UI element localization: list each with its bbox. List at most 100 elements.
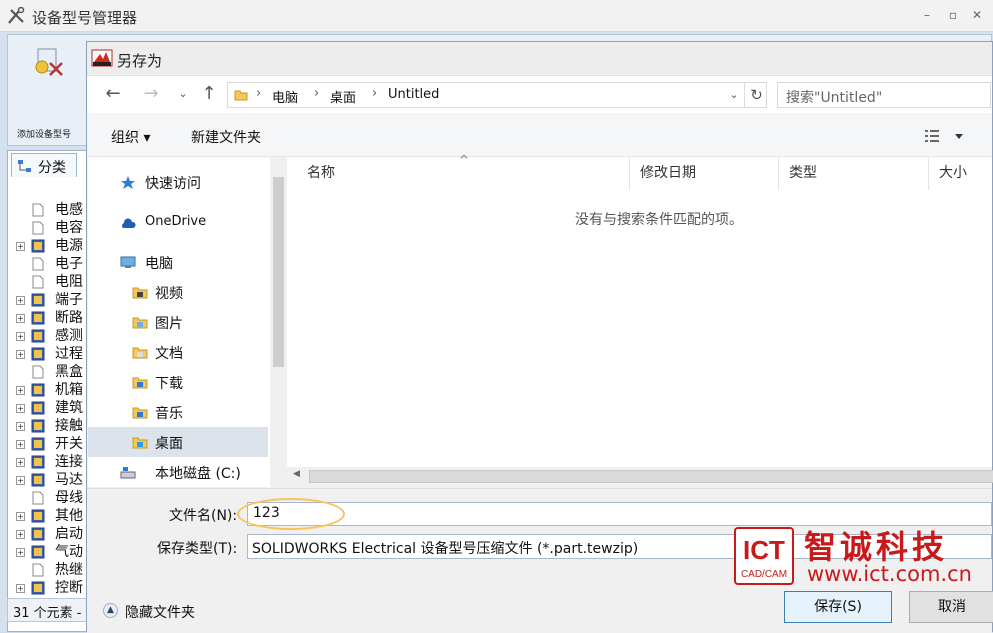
nav-item-label: 音乐 bbox=[155, 406, 183, 422]
tree-item-label: 过程 bbox=[55, 346, 83, 362]
tree-item[interactable]: 电阻 bbox=[8, 273, 93, 291]
nav-item[interactable]: 桌面 bbox=[88, 427, 268, 457]
column-type[interactable]: 类型 bbox=[779, 157, 929, 190]
collapse-up-icon[interactable]: ▲ bbox=[103, 603, 118, 618]
downloads-folder-icon bbox=[132, 377, 148, 389]
nav-item[interactable]: 本地磁盘 (C:) bbox=[88, 457, 268, 487]
scroll-left-icon[interactable]: ◀ bbox=[293, 469, 300, 479]
column-name[interactable]: 名称 bbox=[297, 157, 630, 190]
nav-item[interactable]: 下载 bbox=[88, 367, 268, 397]
computer-icon bbox=[120, 256, 136, 268]
nav-item[interactable]: 图片 bbox=[88, 307, 268, 337]
recent-locations-button[interactable]: ⌄ bbox=[171, 84, 195, 106]
book-icon bbox=[31, 581, 45, 595]
expand-icon[interactable]: + bbox=[16, 386, 25, 395]
tree-item[interactable]: + 其他 bbox=[8, 507, 93, 525]
tab-category[interactable]: 分类 bbox=[11, 153, 77, 177]
tree-item[interactable]: + 感测 bbox=[8, 327, 93, 345]
tree-icon bbox=[18, 160, 31, 172]
tree-item[interactable]: + 电源 bbox=[8, 237, 93, 255]
tree-item-label: 电子 bbox=[55, 256, 83, 272]
tree-item[interactable]: + 建筑 bbox=[8, 399, 93, 417]
view-options-icon[interactable] bbox=[923, 127, 967, 145]
tree-item[interactable]: + 连接 bbox=[8, 453, 93, 471]
file-list-horizontal-scrollbar[interactable]: ◀ bbox=[287, 467, 993, 487]
breadcrumb-untitled[interactable]: Untitled bbox=[388, 87, 439, 102]
tree-item[interactable]: 母线 bbox=[8, 489, 93, 507]
horizontal-scrollbar-thumb[interactable] bbox=[309, 470, 993, 483]
nav-item[interactable]: 电脑 bbox=[88, 247, 268, 277]
dialog-titlebar: 另存为 bbox=[87, 42, 992, 74]
app-maximize-button[interactable]: ▫ bbox=[942, 6, 964, 24]
tree-item[interactable]: + 气动 bbox=[8, 543, 93, 561]
expand-icon[interactable]: + bbox=[16, 404, 25, 413]
tree-item-label: 气动 bbox=[55, 544, 83, 560]
nav-item[interactable]: 文档 bbox=[88, 337, 268, 367]
expand-icon[interactable]: + bbox=[16, 530, 25, 539]
nav-item-label: 文档 bbox=[155, 346, 183, 362]
tree-item[interactable]: + 控断 bbox=[8, 579, 93, 597]
expand-icon[interactable]: + bbox=[16, 296, 25, 305]
expand-icon[interactable]: + bbox=[16, 476, 25, 485]
address-bar[interactable]: › 电脑 › 桌面 › Untitled ⌄ ↻ bbox=[227, 82, 767, 108]
tree-item[interactable]: + 启动 bbox=[8, 525, 93, 543]
app-close-button[interactable]: ✕ bbox=[966, 6, 988, 24]
expand-icon[interactable]: + bbox=[16, 350, 25, 359]
organize-button[interactable]: 组织 ▾ bbox=[111, 127, 150, 147]
add-model-button[interactable]: 添加设备型号 bbox=[10, 37, 82, 140]
tree-item[interactable]: + 开关 bbox=[8, 435, 93, 453]
expand-icon[interactable]: + bbox=[16, 242, 25, 251]
tree-item[interactable]: + 马达 bbox=[8, 471, 93, 489]
expand-icon[interactable]: + bbox=[16, 548, 25, 557]
new-folder-button[interactable]: 新建文件夹 bbox=[191, 127, 261, 147]
breadcrumb-separator: › bbox=[372, 86, 378, 101]
save-button[interactable]: 保存(S) bbox=[784, 591, 892, 623]
tree-item[interactable]: 电感 bbox=[8, 201, 93, 219]
up-button[interactable]: ↑ bbox=[197, 84, 221, 106]
tree-item-label: 感测 bbox=[55, 328, 83, 344]
nav-item[interactable]: OneDrive bbox=[88, 208, 268, 238]
tree-item[interactable]: 黑盒 bbox=[8, 363, 93, 381]
tree-item[interactable]: 电子 bbox=[8, 255, 93, 273]
nav-item[interactable]: 快速访问 bbox=[88, 167, 268, 197]
refresh-button[interactable]: ↻ bbox=[744, 83, 768, 107]
tree-item[interactable]: + 端子 bbox=[8, 291, 93, 309]
address-dropdown-button[interactable]: ⌄ bbox=[726, 86, 742, 104]
nav-item[interactable]: 视频 bbox=[88, 277, 268, 307]
book-icon bbox=[31, 545, 45, 559]
tree-item[interactable]: + 断路 bbox=[8, 309, 93, 327]
expand-icon[interactable]: + bbox=[16, 332, 25, 341]
app-minimize-button[interactable]: – bbox=[916, 6, 938, 24]
nav-item[interactable]: 音乐 bbox=[88, 397, 268, 427]
forward-button[interactable]: → bbox=[139, 84, 163, 106]
search-input[interactable]: 搜索"Untitled" bbox=[777, 82, 991, 108]
tree-item[interactable]: + 机箱 bbox=[8, 381, 93, 399]
expand-icon[interactable]: + bbox=[16, 440, 25, 449]
page-icon bbox=[32, 275, 44, 289]
expand-icon[interactable]: + bbox=[16, 512, 25, 521]
tree-item[interactable]: + 接触 bbox=[8, 417, 93, 435]
column-date-modified[interactable]: 修改日期 bbox=[630, 157, 779, 190]
expand-icon[interactable]: + bbox=[16, 584, 25, 593]
column-size[interactable]: 大小 bbox=[929, 157, 992, 190]
expand-icon[interactable]: + bbox=[16, 314, 25, 323]
drive-icon bbox=[120, 467, 136, 479]
cancel-button[interactable]: 取消 bbox=[909, 591, 993, 623]
hide-folders-toggle[interactable]: 隐藏文件夹 bbox=[125, 602, 195, 622]
tree-item-label: 接触 bbox=[55, 418, 83, 434]
tree-item[interactable]: + 过程 bbox=[8, 345, 93, 363]
desktop-folder-icon bbox=[132, 437, 148, 449]
navigation-scrollbar[interactable] bbox=[270, 157, 287, 487]
back-button[interactable]: ← bbox=[101, 84, 125, 106]
breadcrumb-computer[interactable]: 电脑 bbox=[272, 87, 298, 106]
breadcrumb-desktop[interactable]: 桌面 bbox=[330, 87, 356, 106]
tree-item[interactable]: 电容 bbox=[8, 219, 93, 237]
category-panel: 分类 电感 电容 + 电源 电子 电阻 + 端子 + 断路 + 感测 + 过程 黑盒 + 机箱 + 建筑 + 接触 + 开关… bbox=[7, 150, 92, 632]
nav-item-label: 图片 bbox=[155, 316, 183, 332]
tree-item[interactable]: 热继 bbox=[8, 561, 93, 579]
expand-icon[interactable]: + bbox=[16, 422, 25, 431]
navigation-row: ← → ⌄ ↑ › 电脑 › 桌面 › Untitled ⌄ ↻ 搜索"Unti… bbox=[87, 75, 992, 113]
expand-icon[interactable]: + bbox=[16, 458, 25, 467]
navigation-scrollbar-thumb[interactable] bbox=[273, 177, 284, 367]
solidworks-electrical-icon bbox=[91, 49, 113, 67]
